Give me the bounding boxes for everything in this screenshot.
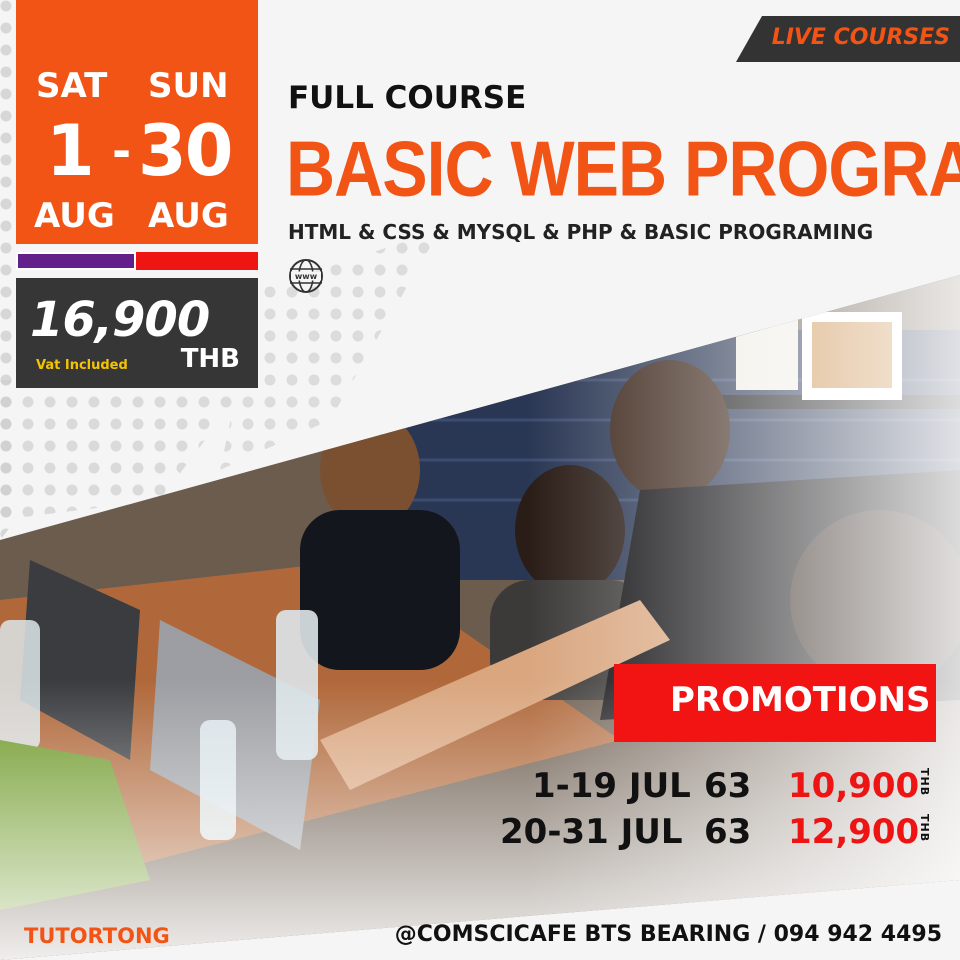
start-day: SAT [36, 66, 108, 106]
accent-bar-purple [16, 252, 136, 270]
end-month: AUG [148, 196, 229, 236]
promo-year: 63 [704, 812, 752, 852]
promo-unit: THB [918, 768, 931, 797]
course-kicker: FULL COURSE [288, 80, 527, 116]
start-date: 1 [46, 110, 95, 192]
promo-dates: 1-19 JUL [532, 766, 691, 806]
globe-icon: www [289, 259, 323, 293]
promo-unit: THB [918, 814, 931, 843]
start-month: AUG [34, 196, 115, 236]
vat-note: Vat Included [36, 358, 128, 373]
price-currency: THB [180, 344, 240, 374]
promo-row: 20-31 JUL 63 12,900 THB [0, 812, 960, 856]
promo-price: 10,900 [788, 766, 920, 806]
promotions-label: PROMOTIONS [670, 680, 931, 720]
accent-bar-red [136, 252, 258, 270]
price-amount: 16,900 [30, 292, 210, 348]
end-date: 30 [138, 110, 233, 192]
price-block: 16,900 Vat Included THB [16, 278, 258, 388]
promotions-banner: PROMOTIONS [614, 664, 936, 742]
date-block: SAT SUN 1 - 30 AUG AUG [16, 0, 258, 244]
contact-info: @COMSCICAFE BTS BEARING / 094 942 4495 [394, 922, 942, 947]
promo-row: 1-19 JUL 63 10,900 THB [0, 766, 960, 810]
live-courses-label: LIVE COURSES [771, 25, 950, 50]
promo-dates: 20-31 JUL [500, 812, 683, 852]
brand-name: TUTORTONG [24, 924, 170, 948]
live-courses-badge: LIVE COURSES [736, 16, 960, 62]
globe-label: www [295, 272, 318, 281]
end-day: SUN [148, 66, 229, 106]
course-flyer: LIVE COURSES SAT SUN 1 - 30 AUG AUG 16,9… [0, 0, 960, 960]
course-title: BASIC WEB PROGRAMMING [286, 125, 960, 213]
course-subtitle: HTML & CSS & MYSQL & PHP & BASIC PROGRAM… [288, 220, 874, 244]
promo-year: 63 [704, 766, 752, 806]
date-separator: - [112, 124, 132, 178]
promo-price: 12,900 [788, 812, 920, 852]
